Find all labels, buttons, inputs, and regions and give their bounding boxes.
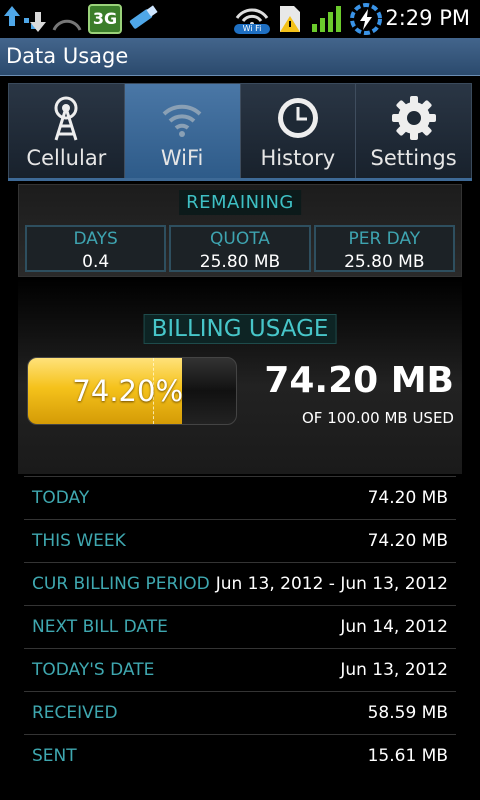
sim-warning-icon bbox=[280, 6, 300, 32]
stat-label: NEXT BILL DATE bbox=[32, 617, 168, 637]
title-bar: Data Usage bbox=[0, 38, 480, 76]
signal-arc-icon bbox=[52, 19, 82, 31]
stat-value: Jun 13, 2012 - Jun 13, 2012 bbox=[215, 574, 448, 594]
usage-percent: 74.20% bbox=[72, 374, 183, 408]
clock-time: 2:29 PM bbox=[385, 6, 470, 30]
stat-label: CUR BILLING PERIOD bbox=[32, 574, 210, 594]
usb-icon bbox=[129, 5, 158, 29]
stat-value: 74.20 MB bbox=[367, 488, 448, 508]
tab-settings[interactable]: Settings bbox=[356, 84, 471, 178]
usage-progress-bar: 74.20% bbox=[27, 357, 237, 425]
stat-value: Jun 13, 2012 bbox=[340, 660, 448, 680]
stat-value: 15.61 MB bbox=[367, 746, 448, 766]
page-title: Data Usage bbox=[6, 44, 129, 68]
used-of-total: OF 100.00 MB USED bbox=[302, 409, 454, 427]
tab-label: Cellular bbox=[26, 146, 107, 170]
usage-stats-list: TODAY 74.20 MB THIS WEEK 74.20 MB CUR BI… bbox=[24, 476, 456, 777]
stat-label: TODAY bbox=[32, 488, 90, 508]
stat-label: THIS WEEK bbox=[32, 531, 126, 551]
stat-value: 74.20 MB bbox=[367, 531, 448, 551]
remaining-per-day-value: 25.80 MB bbox=[344, 252, 425, 272]
tab-history[interactable]: History bbox=[240, 84, 357, 178]
3g-badge-icon: 3G bbox=[88, 4, 122, 34]
tab-label: WiFi bbox=[160, 146, 204, 170]
remaining-panel: REMAINING DAYS 0.4 QUOTA 25.80 MB PER DA… bbox=[18, 184, 462, 277]
remaining-per-day-label: PER DAY bbox=[348, 229, 421, 249]
list-item: TODAY 74.20 MB bbox=[24, 476, 456, 519]
wifi-icon: Wi Fi bbox=[232, 4, 272, 34]
remaining-quota-value: 25.80 MB bbox=[199, 252, 281, 272]
remaining-header: REMAINING bbox=[179, 190, 301, 215]
status-bar: 3G Wi Fi 2:29 PM bbox=[0, 0, 480, 38]
tab-bar: Cellular WiFi History Settings bbox=[8, 83, 472, 179]
remaining-per-day: PER DAY 25.80 MB bbox=[313, 225, 455, 272]
list-item: TODAY'S DATE Jun 13, 2012 bbox=[24, 648, 456, 691]
stat-value: Jun 14, 2012 bbox=[340, 617, 448, 637]
used-amount: 74.20 MB bbox=[264, 360, 454, 401]
remaining-quota-label: QUOTA bbox=[210, 229, 270, 249]
remaining-quota: QUOTA 25.80 MB bbox=[169, 225, 311, 272]
cell-signal-bars-icon bbox=[312, 6, 341, 32]
tab-wifi[interactable]: WiFi bbox=[124, 84, 241, 178]
list-item: CUR BILLING PERIOD Jun 13, 2012 - Jun 13… bbox=[24, 562, 456, 605]
gear-icon bbox=[391, 96, 436, 140]
list-item: NEXT BILL DATE Jun 14, 2012 bbox=[24, 605, 456, 648]
tab-cellular[interactable]: Cellular bbox=[9, 84, 125, 178]
list-item: SENT 15.61 MB bbox=[24, 734, 456, 777]
stat-label: SENT bbox=[32, 746, 77, 766]
tab-underline bbox=[8, 178, 472, 181]
clock-icon bbox=[277, 98, 318, 138]
wifi-icon bbox=[162, 104, 202, 137]
tab-label: Settings bbox=[370, 146, 457, 170]
antenna-icon bbox=[54, 96, 78, 141]
tab-label: History bbox=[260, 146, 336, 170]
list-item: THIS WEEK 74.20 MB bbox=[24, 519, 456, 562]
remaining-days-label: DAYS bbox=[73, 229, 118, 249]
list-item: RECEIVED 58.59 MB bbox=[24, 691, 456, 734]
billing-header: BILLING USAGE bbox=[143, 314, 337, 344]
upload-download-icon bbox=[4, 6, 46, 32]
stat-label: TODAY'S DATE bbox=[32, 660, 155, 680]
stat-value: 58.59 MB bbox=[367, 703, 448, 723]
remaining-days: DAYS 0.4 bbox=[25, 225, 167, 272]
power-icon bbox=[350, 3, 382, 35]
stat-label: RECEIVED bbox=[32, 703, 118, 723]
remaining-days-value: 0.4 bbox=[82, 252, 110, 272]
